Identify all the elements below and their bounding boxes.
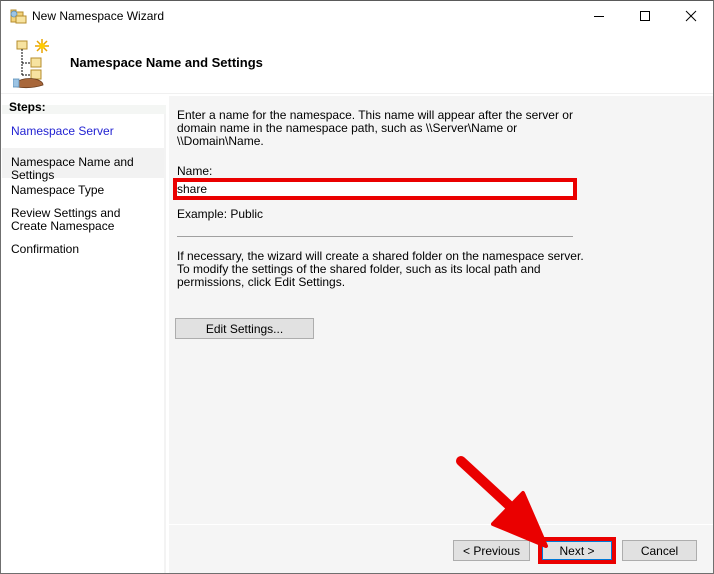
section-divider (177, 236, 573, 237)
cancel-button[interactable]: Cancel (622, 540, 697, 561)
name-input-highlight (173, 178, 577, 200)
minimize-icon (594, 16, 604, 17)
step-review-settings: Review Settings and Create Namespace (11, 206, 121, 233)
shared-folder-note: If necessary, the wizard will create a s… (177, 249, 584, 289)
minimize-button[interactable] (576, 1, 622, 31)
wizard-header: Namespace Name and Settings (1, 31, 713, 93)
window-title: New Namespace Wizard (32, 9, 165, 23)
steps-sidebar: Steps: Namespace Server Namespace Name a… (2, 96, 166, 573)
namespace-app-icon (10, 9, 27, 24)
page-title: Namespace Name and Settings (70, 55, 263, 70)
previous-button[interactable]: < Previous (453, 540, 530, 561)
footer-divider (169, 524, 713, 525)
next-button-highlight: Next > (538, 537, 616, 564)
step-namespace-name-and-settings: Namespace Name and Settings (2, 148, 164, 182)
close-button[interactable] (668, 1, 714, 31)
maximize-icon (640, 11, 650, 21)
wizard-window: New Namespace Wizard Namespace Name and … (0, 0, 714, 574)
name-input[interactable] (177, 182, 573, 196)
step-namespace-type: Namespace Type (11, 183, 105, 197)
next-button[interactable]: Next > (542, 541, 612, 560)
edit-settings-button[interactable]: Edit Settings... (175, 318, 314, 339)
maximize-button[interactable] (622, 1, 668, 31)
name-label: Name: (177, 164, 213, 178)
step-confirmation: Confirmation (11, 242, 80, 256)
namespace-tree-icon (13, 39, 49, 89)
title-bar: New Namespace Wizard (1, 1, 713, 31)
close-icon (685, 10, 697, 22)
step-namespace-server[interactable]: Namespace Server (2, 125, 164, 138)
steps-heading: Steps: (2, 96, 166, 114)
name-example: Example: Public (177, 207, 264, 221)
wizard-content: Enter a name for the namespace. This nam… (169, 96, 713, 573)
header-divider (1, 93, 713, 94)
namespace-description: Enter a name for the namespace. This nam… (177, 108, 573, 148)
